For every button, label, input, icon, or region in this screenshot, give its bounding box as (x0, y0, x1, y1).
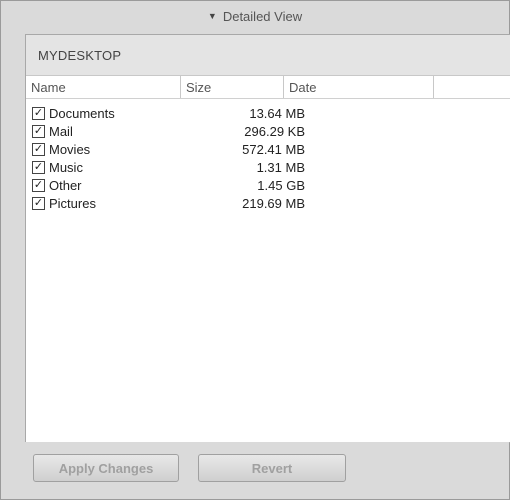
file-list: ✓ Documents 13.64 MB ✓ Mail 296.29 KB ✓ … (26, 99, 510, 212)
detailed-view-toggle[interactable]: ▼ Detailed View (1, 1, 509, 31)
list-item[interactable]: ✓ Pictures 219.69 MB (26, 194, 510, 212)
item-name: Other (49, 177, 82, 193)
item-name: Music (49, 159, 83, 175)
item-name: Mail (49, 123, 73, 139)
detailed-view-label: Detailed View (222, 8, 303, 24)
checkbox[interactable]: ✓ (32, 160, 45, 174)
list-item[interactable]: ✓ Music 1.31 MB (26, 158, 510, 176)
list-item[interactable]: ✓ Mail 296.29 KB (26, 122, 510, 140)
list-item[interactable]: ✓ Documents 13.64 MB (26, 104, 510, 122)
item-size: 572.41 MB (242, 141, 305, 157)
item-size: 219.69 MB (242, 195, 305, 211)
item-name: Documents (49, 105, 115, 121)
column-header-size[interactable]: Size (181, 76, 284, 98)
item-size: 1.45 GB (257, 177, 305, 193)
panel-header: MYDESKTOP (26, 35, 510, 76)
list-item[interactable]: ✓ Other 1.45 GB (26, 176, 510, 194)
column-headers: Name Size Date (26, 76, 510, 99)
action-bar: Apply Changes Revert (25, 442, 509, 498)
column-header-name[interactable]: Name (26, 76, 181, 98)
checkbox[interactable]: ✓ (32, 124, 45, 138)
checkbox[interactable]: ✓ (32, 142, 45, 156)
item-size: 13.64 MB (249, 105, 305, 121)
item-name: Movies (49, 141, 91, 157)
panel-title: MYDESKTOP (38, 47, 122, 63)
checkbox[interactable]: ✓ (32, 196, 45, 210)
apply-changes-button[interactable]: Apply Changes (33, 454, 179, 482)
revert-button[interactable]: Revert (198, 454, 346, 482)
item-size: 296.29 KB (244, 123, 305, 139)
item-name: Pictures (49, 195, 96, 211)
checkbox[interactable]: ✓ (32, 178, 45, 192)
triangle-down-icon: ▼ (207, 11, 217, 21)
item-size: 1.31 MB (256, 159, 305, 175)
list-item[interactable]: ✓ Movies 572.41 MB (26, 140, 510, 158)
file-list-panel: MYDESKTOP Name Size Date ✓ Documents 13.… (25, 34, 510, 443)
column-header-date[interactable]: Date (284, 76, 434, 98)
column-header-extra[interactable] (434, 76, 510, 98)
window-frame: ▼ Detailed View MYDESKTOP Name Size Date… (0, 0, 510, 500)
checkbox[interactable]: ✓ (32, 106, 45, 120)
